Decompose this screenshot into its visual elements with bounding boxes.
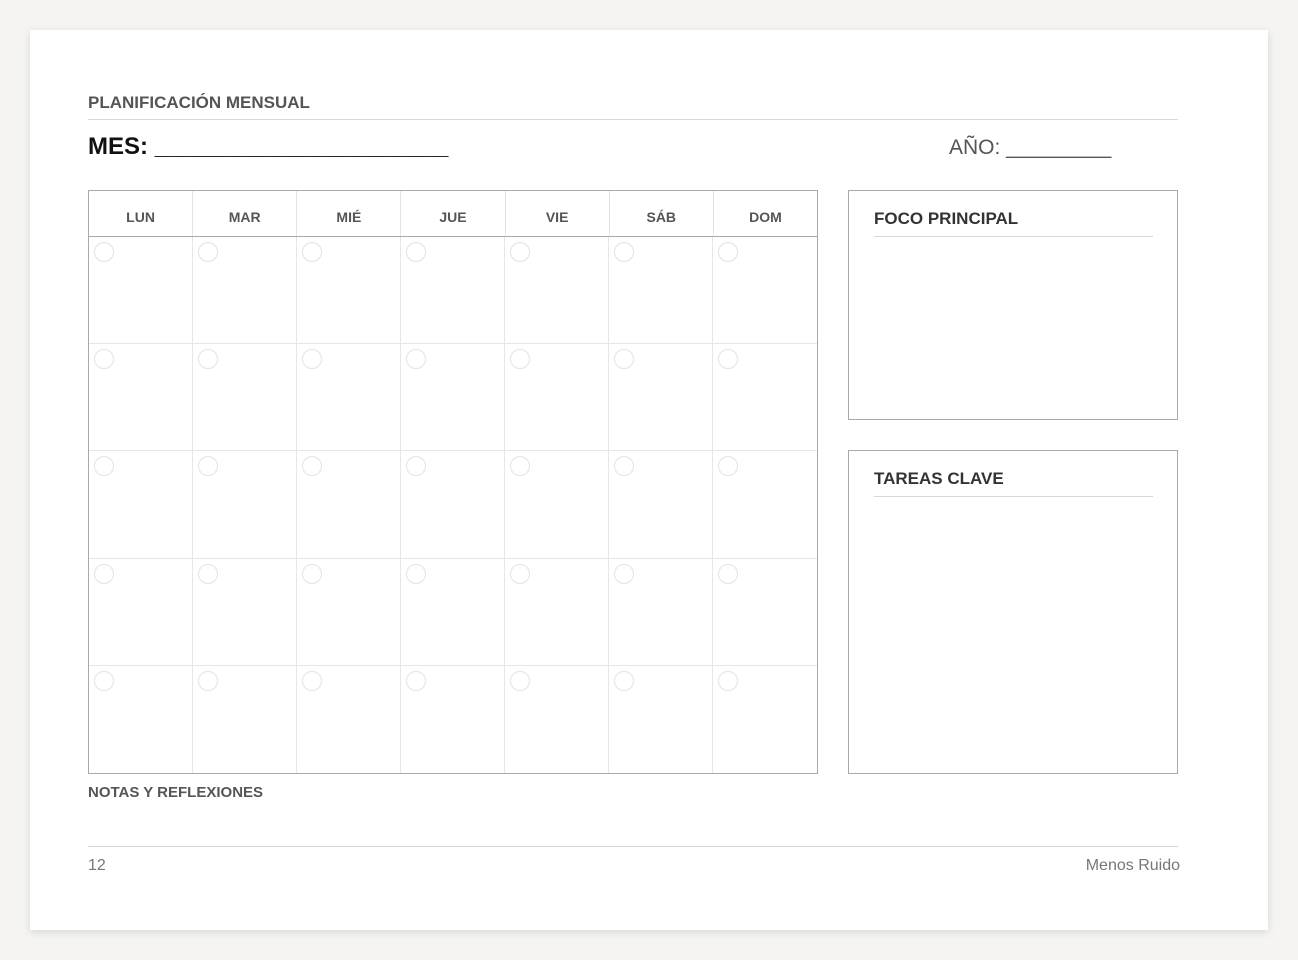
day-cell[interactable]	[609, 558, 713, 666]
day-cell[interactable]	[297, 451, 401, 559]
weekday-wed: MIÉ	[297, 191, 402, 236]
day-cell[interactable]	[505, 451, 609, 559]
day-number-circle	[198, 242, 218, 262]
footer-divider	[88, 846, 1178, 847]
month-calendar: LUN MAR MIÉ JUE VIE SÁB DOM	[88, 190, 818, 774]
calendar-grid	[89, 237, 817, 773]
focus-panel[interactable]: FOCO PRINCIPAL	[848, 190, 1178, 420]
day-number-circle	[302, 563, 322, 584]
day-number-circle	[302, 670, 322, 691]
tasks-divider	[874, 496, 1153, 497]
day-cell[interactable]	[505, 558, 609, 666]
planner-page: PLANIFICACIÓN MENSUAL MES: _____________…	[30, 30, 1268, 930]
day-number-circle	[510, 456, 530, 477]
day-cell[interactable]	[297, 558, 401, 666]
day-number-circle	[510, 349, 530, 370]
day-number-circle	[718, 670, 738, 691]
day-cell[interactable]	[193, 451, 297, 559]
day-number-circle	[510, 563, 530, 584]
day-number-circle	[614, 670, 634, 691]
day-cell[interactable]	[193, 344, 297, 452]
day-number-circle	[406, 242, 426, 262]
month-field[interactable]: MES: ______________________	[88, 133, 448, 161]
weekday-mon: LUN	[89, 191, 194, 236]
day-cell[interactable]	[193, 237, 297, 345]
day-number-circle	[94, 456, 114, 477]
day-number-circle	[614, 349, 634, 370]
day-cell[interactable]	[713, 559, 817, 666]
day-cell[interactable]	[401, 344, 505, 452]
day-cell[interactable]	[505, 344, 609, 452]
day-number-circle	[302, 242, 322, 262]
day-cell[interactable]	[609, 344, 713, 452]
day-cell[interactable]	[297, 237, 401, 345]
notes-title: NOTAS Y REFLEXIONES	[88, 784, 264, 801]
day-number-circle	[406, 563, 426, 584]
section-title: PLANIFICACIÓN MENSUAL	[88, 93, 310, 112]
day-cell[interactable]	[297, 665, 401, 773]
day-cell[interactable]	[609, 451, 713, 559]
year-field[interactable]: AÑO: _________	[949, 136, 1111, 160]
day-number-circle	[94, 242, 114, 262]
day-number-circle	[510, 670, 530, 691]
weekday-sun: DOM	[749, 208, 782, 225]
weekday-tue: MAR	[193, 191, 298, 236]
day-number-circle	[614, 563, 634, 584]
day-number-circle	[198, 456, 218, 477]
day-number-circle	[614, 242, 634, 262]
day-cell[interactable]	[401, 451, 505, 559]
weekday-sat: SÁB	[610, 191, 714, 236]
day-cell[interactable]	[505, 665, 609, 773]
title-divider	[88, 119, 1178, 120]
page-number: 12	[88, 857, 106, 874]
focus-divider	[874, 236, 1153, 237]
day-cell[interactable]	[401, 665, 505, 773]
day-cell[interactable]	[297, 344, 401, 452]
day-number-circle	[94, 349, 114, 370]
day-number-circle	[510, 242, 530, 262]
day-number-circle	[718, 242, 738, 262]
day-number-circle	[94, 670, 114, 691]
day-cell[interactable]	[89, 237, 193, 345]
day-cell[interactable]	[713, 344, 817, 452]
weekday-fri: VIE	[506, 191, 610, 236]
day-number-circle	[614, 456, 634, 477]
brand-name: Menos Ruido	[1085, 857, 1180, 874]
day-number-circle	[718, 349, 738, 370]
day-cell[interactable]	[713, 237, 817, 345]
day-number-circle	[406, 456, 426, 477]
day-number-circle	[718, 563, 738, 584]
day-cell[interactable]	[505, 237, 609, 345]
day-cell[interactable]	[713, 451, 817, 559]
day-cell[interactable]	[89, 344, 193, 452]
day-cell[interactable]	[609, 665, 713, 773]
day-cell[interactable]	[713, 666, 817, 773]
day-cell[interactable]	[89, 451, 193, 559]
day-cell[interactable]	[193, 558, 297, 666]
tasks-panel[interactable]: TAREAS CLAVE	[848, 450, 1178, 774]
day-number-circle	[406, 670, 426, 691]
day-number-circle	[198, 563, 218, 584]
day-number-circle	[94, 563, 114, 584]
weekday-header: LUN MAR MIÉ JUE VIE SÁB DOM	[89, 191, 817, 237]
focus-title: FOCO PRINCIPAL	[874, 209, 1019, 228]
weekday-thu: JUE	[401, 191, 506, 236]
day-cell[interactable]	[401, 237, 505, 345]
day-number-circle	[406, 349, 426, 370]
tasks-title: TAREAS CLAVE	[874, 469, 1004, 488]
day-cell[interactable]	[193, 665, 297, 773]
day-number-circle	[718, 456, 738, 477]
day-number-circle	[198, 670, 218, 691]
day-cell[interactable]	[89, 558, 193, 666]
day-cell[interactable]	[609, 237, 713, 345]
day-number-circle	[198, 349, 218, 370]
day-cell[interactable]	[89, 665, 193, 773]
day-cell[interactable]	[401, 558, 505, 666]
day-number-circle	[302, 349, 322, 370]
day-number-circle	[302, 456, 322, 477]
